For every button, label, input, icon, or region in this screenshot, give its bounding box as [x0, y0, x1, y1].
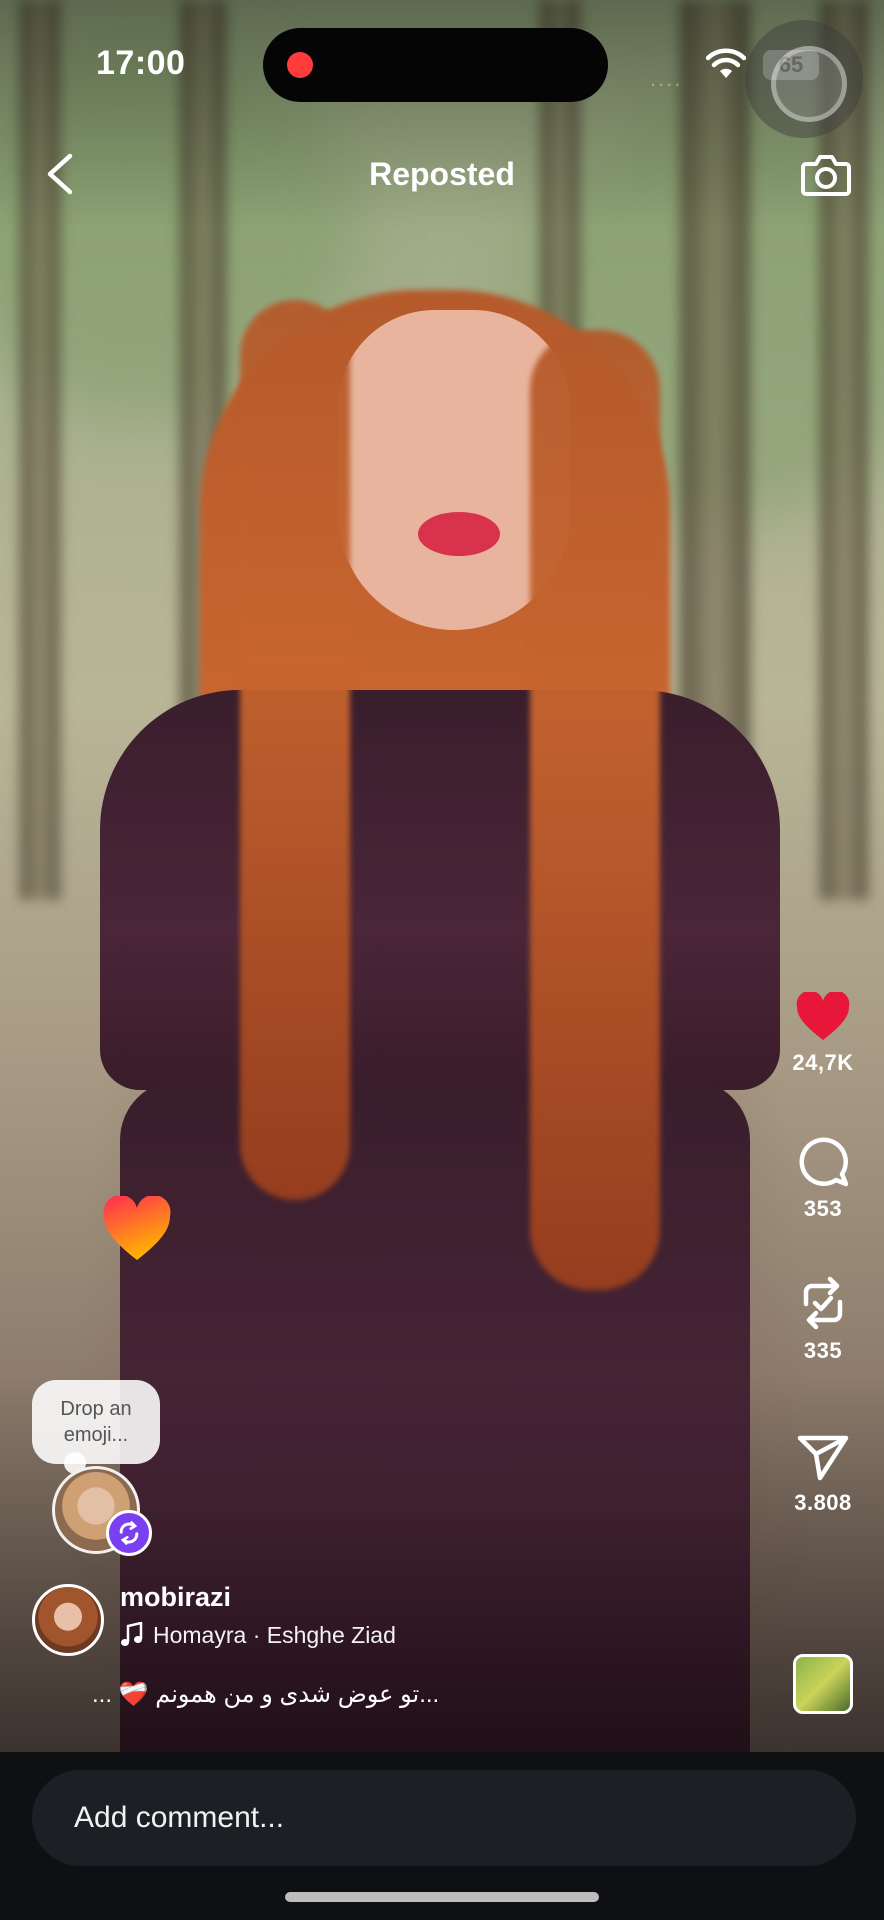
- floating-heart-icon: [103, 1196, 171, 1260]
- status-time: 17:00: [96, 44, 186, 82]
- repost-icon: [803, 1276, 843, 1330]
- wifi-icon: [706, 48, 746, 78]
- repost-badge-icon: [106, 1510, 152, 1556]
- like-button[interactable]: 24,7K: [778, 992, 868, 1076]
- recording-indicator-icon: [287, 52, 313, 78]
- repost-count: 335: [803, 1338, 843, 1363]
- audio-thumbnail[interactable]: [793, 1654, 853, 1714]
- author-username[interactable]: mobirazi: [120, 1582, 231, 1613]
- heart-icon: [796, 992, 850, 1040]
- repost-button[interactable]: 335: [778, 1276, 868, 1364]
- post-caption[interactable]: ... ❤️‍🩹 تو عوض شدی و من همونم...: [92, 1680, 439, 1709]
- music-note-icon: [121, 1622, 143, 1646]
- share-count: 3.808: [794, 1490, 852, 1515]
- share-button[interactable]: 3.808: [778, 1432, 868, 1516]
- emoji-prompt-bubble[interactable]: Drop an emoji...: [32, 1380, 160, 1474]
- assistive-touch-button[interactable]: [745, 20, 863, 138]
- send-icon: [797, 1435, 849, 1481]
- comment-input[interactable]: [32, 1770, 856, 1866]
- comment-count: 353: [803, 1196, 843, 1221]
- cellular-signal-icon: ....: [650, 66, 683, 91]
- comment-icon: [799, 1137, 849, 1187]
- emoji-prompt-line2: emoji...: [63, 1424, 129, 1446]
- comment-button[interactable]: 353: [778, 1134, 868, 1222]
- author-avatar[interactable]: [32, 1584, 104, 1656]
- dynamic-island: [263, 28, 608, 102]
- home-indicator[interactable]: [285, 1892, 599, 1902]
- music-title[interactable]: Homayra · Eshghe Ziad: [153, 1622, 396, 1649]
- like-count: 24,7K: [792, 1050, 854, 1075]
- emoji-prompt-line1: Drop an: [60, 1398, 132, 1420]
- page-title: Reposted: [369, 156, 515, 192]
- camera-icon[interactable]: [800, 150, 852, 198]
